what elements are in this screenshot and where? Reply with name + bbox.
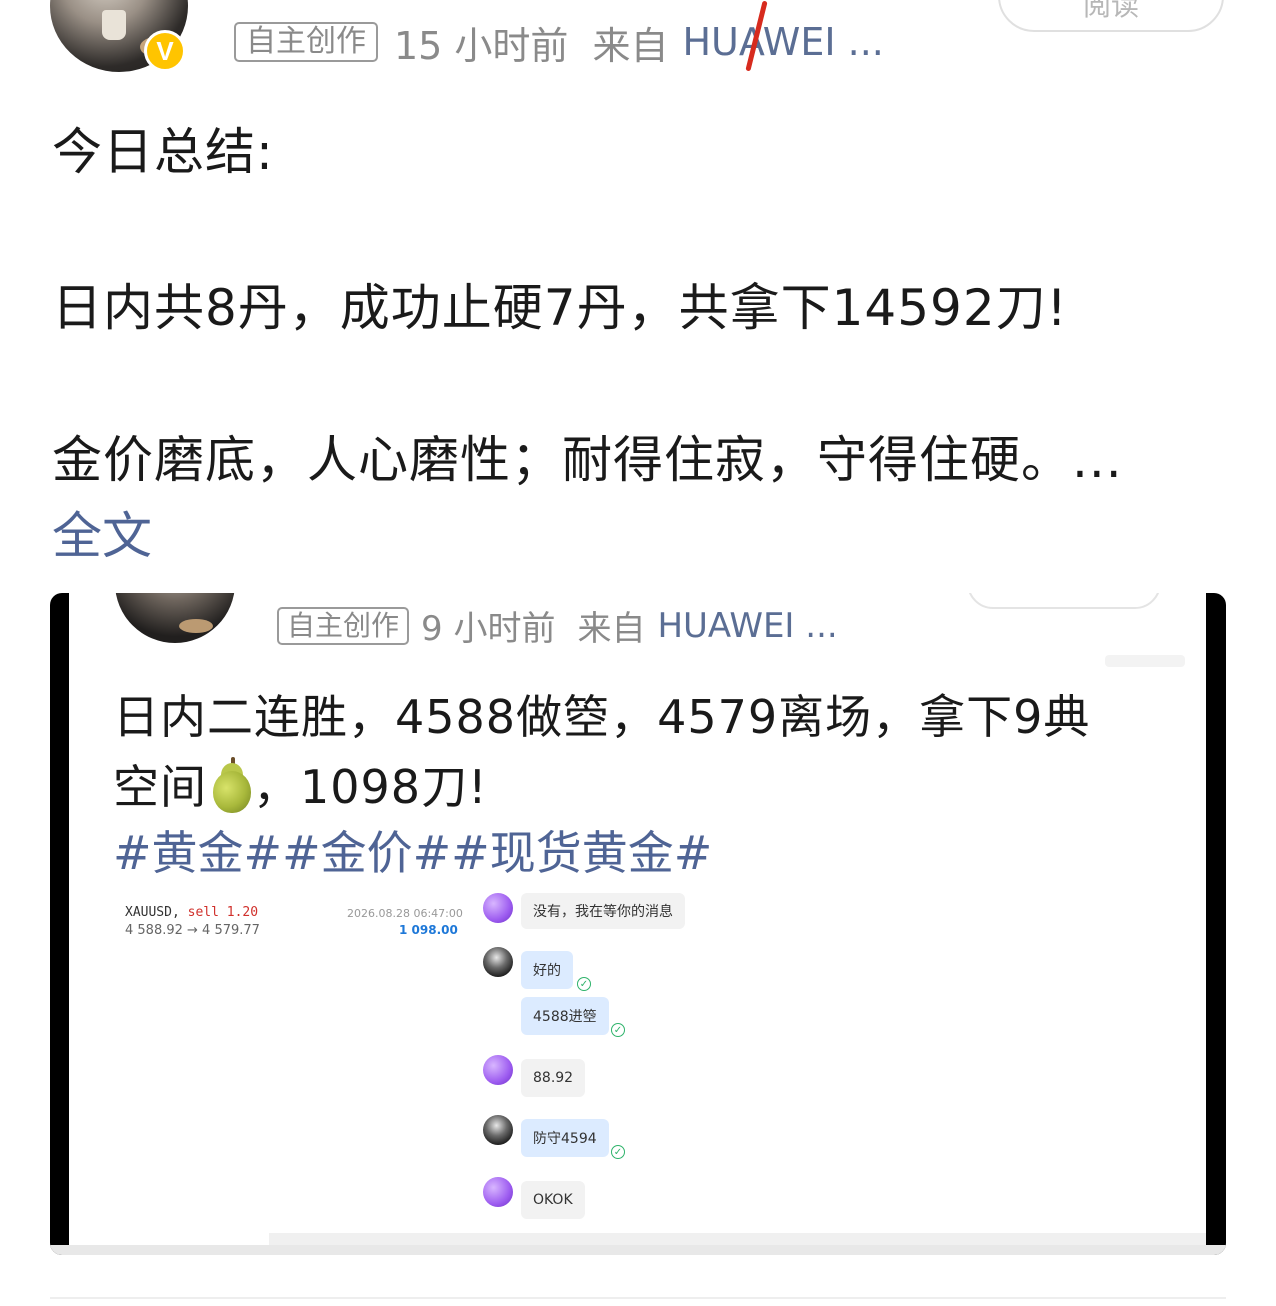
chat-avatar [483, 893, 513, 923]
read-check-icon: ✓ [611, 1023, 625, 1037]
post-text-line-2: 日内共8丹，成功止硬7丹，共拿下14592刀! [52, 279, 1068, 337]
embedded-bottom-strip [269, 1233, 1206, 1245]
embedded-screenshot: 自主创作 9 小时前 来自 HUAWEI ... 日内二连胜，4588做箜，45… [69, 593, 1206, 1245]
trade-symbol-text: XAUUSD, [125, 905, 180, 920]
post-text-line-3: 金价磨底，人心磨性；耐得住寂，守得住硬。... [52, 431, 1123, 489]
card-bottom-edge [50, 1245, 1226, 1255]
chat-avatar [483, 1177, 513, 1207]
chat-bubble: 没有，我在等你的消息 [521, 893, 685, 929]
watermark-sub [1105, 655, 1185, 667]
embedded-text-line-2-end: ，1098刀! [253, 760, 488, 814]
post-image[interactable]: 自主创作 9 小时前 来自 HUAWEI ... 日内二连胜，4588做箜，45… [50, 593, 1226, 1255]
chat-bubble: 88.92 [521, 1059, 586, 1097]
embedded-hashtags: #黄金##金价##现货黄金# [113, 826, 713, 880]
embedded-time: 9 小时前 [421, 609, 556, 649]
verified-badge-icon: V [144, 30, 186, 72]
chat-avatar [483, 947, 513, 977]
trade-date: 2026.08.28 06:47:00 [347, 907, 463, 920]
post-meta: 自主创作 15 小时前 来自 HUAWEI ... [234, 18, 884, 68]
pear-emoji-icon [211, 757, 253, 813]
chat-bubble: 4588进箜 [521, 997, 609, 1035]
full-text-link[interactable]: 全文 [52, 496, 152, 568]
embedded-text-line-1: 日内二连胜，4588做箜，4579离场，拿下9典 [113, 690, 1091, 744]
avatar-cup [102, 10, 126, 40]
source-device-link[interactable]: HUAWEI ... [682, 20, 883, 64]
chat-bubble: OKOK [521, 1181, 585, 1219]
source-prefix: 来自 [592, 23, 669, 68]
embedded-text-line-2-start: 空间 [113, 760, 207, 814]
trade-profit: 1 098.00 [399, 923, 458, 937]
read-check-icon: ✓ [577, 977, 591, 991]
embedded-source-prefix: 来自 [577, 609, 646, 649]
trade-side: sell 1.20 [187, 905, 259, 920]
read-button[interactable]: 阅读 [998, 0, 1224, 32]
embedded-tag: 自主创作 [277, 606, 410, 645]
pear-body [213, 771, 251, 813]
embedded-source: HUAWEI ... [657, 605, 838, 646]
read-button-label: 阅读 [1082, 0, 1139, 22]
chat-avatar [483, 1115, 513, 1145]
trade-price-range: 4 588.92 → 4 579.77 [125, 923, 260, 938]
chat-bubble: 好的 [521, 951, 573, 989]
embedded-meta: 自主创作 9 小时前 来自 HUAWEI ... [277, 601, 838, 650]
chat-avatar [483, 1055, 513, 1085]
embedded-avatar-plate [179, 619, 213, 633]
read-check-icon: ✓ [611, 1145, 625, 1159]
trade-symbol: XAUUSD, sell 1.20 [125, 905, 258, 920]
original-content-tag: 自主创作 [234, 22, 378, 62]
post-text-line-1: 今日总结: [52, 123, 274, 181]
embedded-read-button [967, 593, 1161, 609]
post-time: 15 小时前 [394, 23, 569, 68]
post-divider [50, 1297, 1226, 1299]
embedded-text-line-2: 空间 ，1098刀! [113, 751, 488, 817]
embedded-avatar [115, 593, 235, 643]
chat-bubble: 防守4594 [521, 1119, 609, 1157]
